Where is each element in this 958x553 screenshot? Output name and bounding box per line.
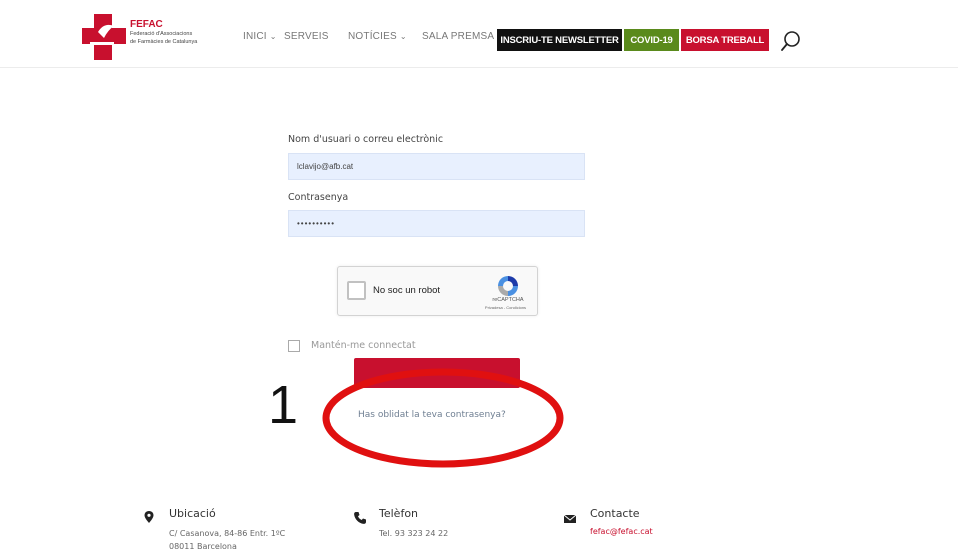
username-label: Nom d'usuari o correu electrònic bbox=[288, 134, 444, 145]
newsletter-button[interactable]: INSCRIU-TE NEWSLETTER bbox=[497, 29, 622, 51]
username-field[interactable]: lclavijo@afb.cat bbox=[288, 153, 585, 180]
recaptcha-brand: reCAPTCHA bbox=[492, 297, 524, 303]
logo-subtitle-2: de Farmàcies de Catalunya bbox=[130, 38, 198, 45]
location-pin-icon bbox=[144, 511, 154, 523]
remember-me-label: Mantén-me connectat bbox=[311, 340, 416, 351]
nav-item-noticies[interactable]: NOTÍCIES ⌄ bbox=[348, 31, 407, 42]
password-field[interactable]: •••••••••• bbox=[288, 210, 585, 237]
footer-address-line2: 08011 Barcelona bbox=[169, 542, 237, 551]
phone-icon bbox=[354, 512, 366, 524]
covid-button[interactable]: COVID-19 bbox=[624, 29, 679, 51]
footer-phone-title: Telèfon bbox=[379, 507, 419, 520]
pharmacy-cross-icon bbox=[82, 14, 126, 60]
chevron-down-icon: ⌄ bbox=[399, 31, 407, 41]
nav-item-label: SALA PREMSA bbox=[422, 30, 495, 42]
logo-subtitle-1: Federació d'Associacions bbox=[130, 31, 193, 37]
search-icon[interactable] bbox=[780, 30, 802, 52]
footer-phone-number[interactable]: Tel. 93 323 24 22 bbox=[379, 527, 448, 540]
logo-name: FEFAC bbox=[130, 19, 163, 30]
envelope-icon bbox=[563, 514, 577, 523]
annotation-step-number: 1 bbox=[268, 375, 299, 435]
logo-text: FEFAC Federació d'Associacions de Farmàc… bbox=[130, 20, 197, 45]
footer-address-line1: C/ Casanova, 84-86 Entr. 1ºC bbox=[169, 529, 286, 538]
password-label: Contrasenya bbox=[288, 192, 349, 203]
remember-me-checkbox[interactable] bbox=[288, 340, 300, 352]
site-header: FEFAC Federació d'Associacions de Farmàc… bbox=[0, 0, 958, 68]
recaptcha-widget: No soc un robot reCAPTCHA Privadesa - Co… bbox=[337, 266, 538, 316]
nav-item-label: SERVEIS bbox=[284, 30, 329, 42]
footer-location-title: Ubicació bbox=[169, 507, 216, 520]
nav-item-serveis[interactable]: SERVEIS bbox=[284, 31, 329, 42]
login-submit-button[interactable] bbox=[354, 358, 520, 388]
recaptcha-label: No soc un robot bbox=[373, 285, 441, 296]
recaptcha-checkbox[interactable] bbox=[347, 281, 366, 300]
nav-item-label: NOTÍCIES bbox=[348, 30, 397, 42]
borsa-treball-button[interactable]: BORSA TREBALL bbox=[681, 29, 769, 51]
nav-item-sala-premsa[interactable]: SALA PREMSA bbox=[422, 31, 494, 42]
recaptcha-logo-icon bbox=[498, 276, 518, 296]
footer-email-link[interactable]: fefac@fefac.cat bbox=[590, 527, 653, 536]
chevron-down-icon: ⌄ bbox=[269, 31, 277, 41]
footer-contact-title: Contacte bbox=[590, 507, 640, 520]
fefac-logo[interactable]: FEFAC Federació d'Associacions de Farmàc… bbox=[80, 12, 230, 62]
forgot-password-link[interactable]: Has oblidat la teva contrasenya? bbox=[358, 410, 506, 420]
recaptcha-links[interactable]: Privadesa - Condicions bbox=[473, 305, 538, 310]
nav-item-inici[interactable]: INICI ⌄ bbox=[243, 31, 277, 42]
nav-item-label: INICI bbox=[243, 30, 267, 42]
